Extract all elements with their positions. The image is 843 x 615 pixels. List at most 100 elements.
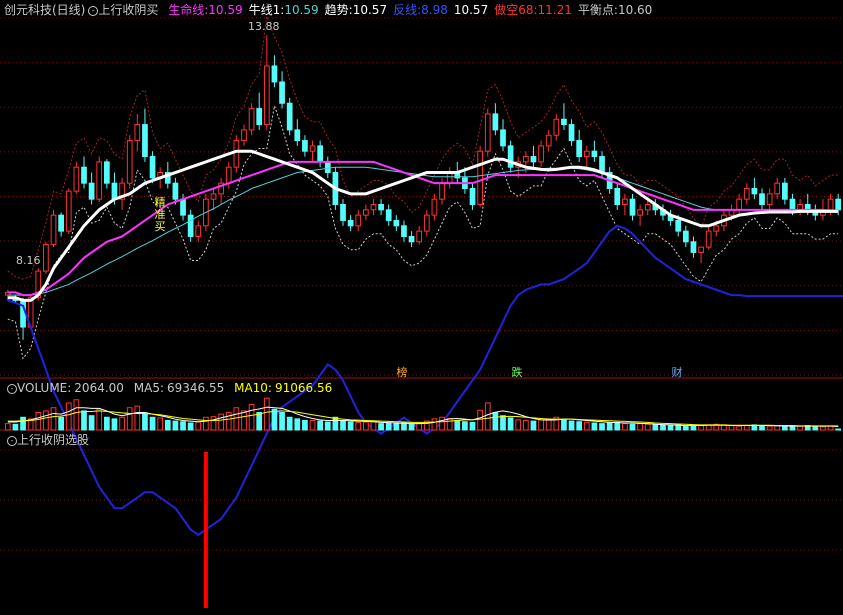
volume-bar [492,412,499,431]
volume-bar [766,425,773,431]
indicator-name[interactable]: 上行收阴买 [98,3,158,17]
volume-bar [393,423,400,431]
volume-bar [561,418,567,431]
candle-body [58,214,64,232]
candle-body [751,188,758,195]
volume-bar [401,422,407,431]
signal-panel[interactable] [203,452,208,608]
volume-bar [203,416,209,431]
volume-bar [126,407,133,431]
marker-label: 财 [672,365,683,379]
candle-body [591,150,598,158]
candle-body [782,182,788,200]
volume-bar [218,413,224,431]
signal-title: 上行收阴选股 [17,433,90,447]
volume-bar [622,423,628,431]
candle-body [477,150,483,205]
volume-bar [660,424,666,431]
header-item-5-label: 做空68: [494,3,538,17]
volume-bar [477,409,483,431]
volume-bar [309,419,316,431]
header-item-0-label: 生命线: [168,3,209,17]
signal-menu-icon[interactable]: - [7,435,17,446]
candle-body [187,214,194,237]
volume-bar [164,419,171,431]
candle-body [759,193,765,205]
volume-bar [149,416,156,431]
volume-bar [324,421,331,431]
volume-bar [530,420,537,431]
volume-menu-icon[interactable]: - [7,383,17,394]
volume-bar [782,425,788,431]
candle-body [530,156,537,163]
volume-bar [286,416,293,431]
volume-bar [355,421,362,431]
volume-bar [606,422,613,431]
candle-body [65,190,72,232]
volume-header: - VOLUME: 2064.00 MA5: 69346.55 MA10: 91066.… [4,380,332,396]
volume-bar [302,419,308,431]
candle-body [568,124,575,142]
candle-body [355,214,362,227]
candle-body [370,203,377,211]
stock-title[interactable]: 创元科技(日线) [4,3,85,17]
candle-body [774,182,781,195]
volume-bar [172,420,179,431]
stock-chart[interactable]: 精准买榜跌财 13.88 8.16 [0,0,843,615]
candle-body [690,241,697,253]
candle-body [378,203,384,211]
header-item-3-label: 反线: [393,3,422,17]
marker-label: 榜 [397,365,408,379]
volume-bar [599,423,605,431]
candle-body [408,235,415,243]
volume-bar [759,425,765,431]
volume-bar [195,421,202,431]
candle-body [248,108,255,131]
candle-body [43,243,49,272]
candle-body [416,230,423,243]
volume-bar [736,425,743,431]
volume-bar [682,425,689,431]
ma5-label: MA5: [133,381,164,395]
candle-body [736,198,743,211]
candlestick-series[interactable] [4,35,842,340]
volume-value: 2064.00 [74,381,124,395]
menu-toggle-icon[interactable]: - [88,5,99,16]
header-item-0-value: 10.59 [208,3,243,17]
volume-bar [789,426,796,431]
candle-body [393,219,400,227]
volume-bar [515,419,522,431]
volume-bar [820,426,826,431]
volume-panel[interactable] [4,397,842,431]
ma10-value: 91066.56 [274,381,333,395]
candle-body [469,188,476,205]
volume-bar [812,425,819,431]
candle-body [233,140,240,168]
candle-body [126,140,133,184]
header-item-2-value: 10.57 [352,3,388,17]
candle-body [96,161,103,200]
price-envelope [7,16,839,360]
volume-bar [743,425,750,431]
candle-body [713,225,720,232]
candle-body [682,230,689,243]
candle-body [195,225,202,237]
volume-bar [103,416,110,431]
volume-bar [96,408,103,431]
volume-bar [568,420,575,431]
candle-body [134,124,141,142]
candle-body [576,140,583,158]
volume-bar [263,397,270,431]
header-item-2-label: 趋势: [324,3,353,17]
volume-bar [248,404,255,431]
candle-body [743,188,750,200]
volume-bar [180,421,186,431]
volume-bar [416,423,423,431]
candle-body [484,113,491,152]
header-item-3-value: 8.98 [421,3,448,17]
main-header: 创元科技(日线) - 上行收阴买 生命线:10.59 牛线1:10.59 趋势:10.5… [4,2,652,18]
candle-body [81,166,87,184]
volume-bar [347,421,354,431]
volume-bar [363,421,369,431]
volume-bar [50,407,57,431]
